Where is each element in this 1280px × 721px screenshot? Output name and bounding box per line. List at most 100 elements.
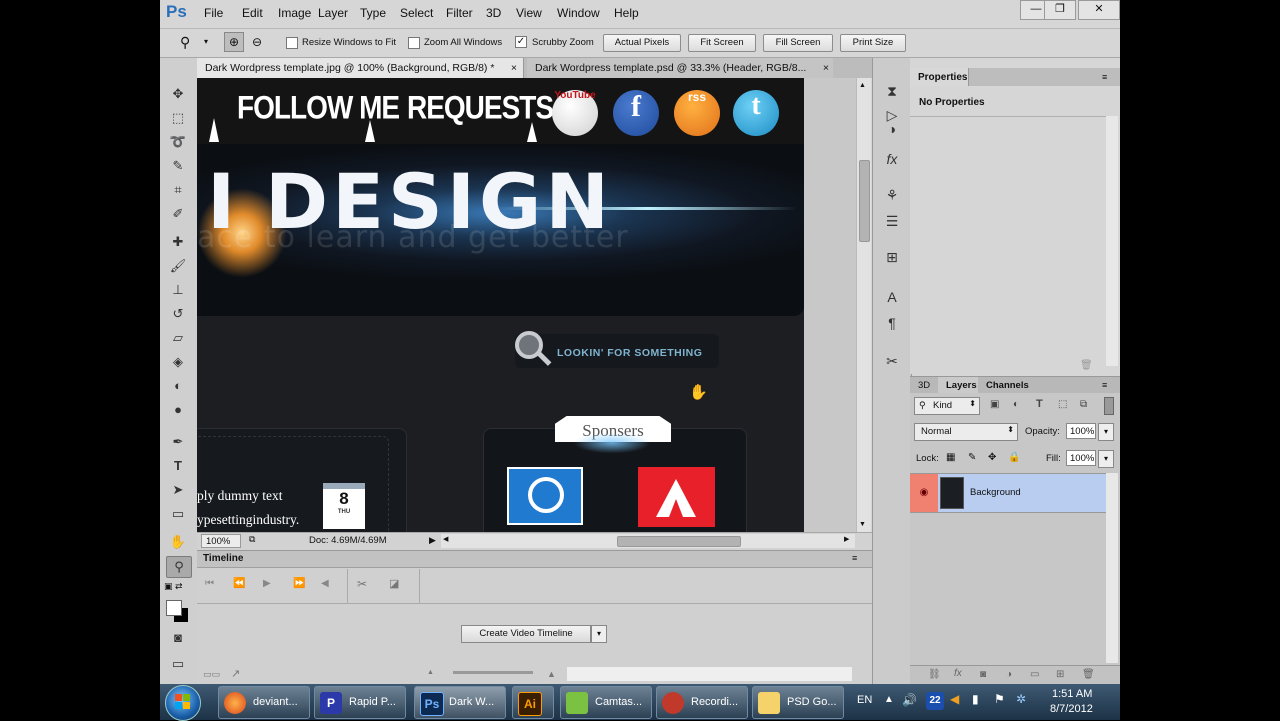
show-hidden-icons-icon[interactable]: ▲ [884, 694, 894, 705]
styles-icon[interactable]: fx [881, 148, 903, 170]
tab-channels[interactable]: Channels [986, 380, 1029, 391]
scroll-up-icon[interactable]: ▲ [859, 82, 866, 89]
quick-select-tool-icon[interactable]: ✎ [166, 156, 190, 176]
timeline-zoom-slider[interactable] [453, 671, 533, 674]
hand-tool-icon[interactable]: ✋ [166, 532, 190, 552]
zoom-out-icon[interactable]: ⊖ [248, 33, 266, 51]
brush-presets-icon[interactable]: ⚘ [881, 184, 903, 206]
dodge-tool-icon[interactable]: ● [166, 400, 190, 420]
blur-tool-icon[interactable]: ◐ [166, 376, 190, 396]
panel-menu-icon[interactable]: ≡ [852, 553, 857, 563]
chevron-down-icon[interactable]: ▾ [591, 625, 607, 643]
lasso-tool-icon[interactable]: ➰ [166, 132, 190, 152]
menu-3d[interactable]: 3D [486, 6, 501, 20]
filter-toggle[interactable] [1104, 397, 1114, 415]
zoom-in-icon[interactable]: ⊕ [224, 32, 244, 52]
vertical-scroll-thumb[interactable] [859, 160, 870, 242]
menu-image[interactable]: Image [278, 6, 311, 20]
menu-filter[interactable]: Filter [446, 6, 473, 20]
tray-gear-icon[interactable]: ✲ [1016, 692, 1026, 706]
volume-icon[interactable]: 🔊 [902, 693, 917, 707]
zoom-out-small-icon[interactable]: ▲ [427, 669, 434, 676]
transition-icon[interactable]: ◪ [389, 577, 399, 590]
zoom-level-field[interactable]: 100% [201, 534, 241, 548]
pixel-filter-icon[interactable]: ▣ [990, 399, 999, 410]
print-size-button[interactable]: Print Size [840, 34, 906, 52]
tab-jpg[interactable]: Dark Wordpress template.jpg @ 100% (Back… [197, 58, 524, 78]
visibility-eye-icon[interactable]: ◉ [910, 474, 938, 512]
new-adjustment-icon[interactable]: ◑ [1006, 669, 1012, 680]
tray-badge[interactable]: 22 [926, 692, 944, 710]
menu-type[interactable]: Type [360, 6, 386, 20]
taskbar-item-recording[interactable]: Recordi... [656, 686, 748, 719]
close-icon[interactable]: × [823, 58, 829, 78]
fx-icon[interactable]: fx [954, 668, 962, 679]
action-center-flag-icon[interactable]: ⚑ [994, 692, 1005, 706]
horizontal-scroll-thumb[interactable] [617, 536, 741, 547]
status-icon[interactable]: ⧉ [249, 534, 255, 545]
fit-screen-button[interactable]: Fit Screen [688, 34, 756, 52]
tray-app-icon[interactable]: ◀ [950, 692, 959, 706]
brush-settings-icon[interactable]: ☰ [881, 210, 903, 232]
healing-brush-tool-icon[interactable]: ✚ [166, 232, 190, 252]
vertical-scrollbar[interactable]: ▲ ▼ [856, 78, 871, 532]
lock-all-icon[interactable]: 🔒 [1008, 452, 1020, 463]
properties-scrollbar[interactable] [1106, 116, 1118, 366]
close-icon[interactable]: × [511, 58, 517, 78]
tool-presets-icon[interactable]: ✂ [881, 350, 903, 372]
resize-windows-checkbox[interactable] [286, 37, 298, 49]
lock-image-icon[interactable]: ✎ [968, 452, 976, 463]
stamp-tool-icon[interactable]: ⊥ [166, 280, 190, 300]
taskbar-item-photoshop[interactable]: Ps Dark W... [414, 686, 506, 719]
restore-button[interactable]: ❐ [1044, 0, 1076, 20]
type-tool-icon[interactable]: T [166, 456, 190, 476]
quick-mask-icon[interactable]: ◙ [166, 628, 190, 648]
play-icon[interactable]: ▶ [263, 578, 271, 589]
clone-source-icon[interactable]: ⊞ [881, 246, 903, 268]
lock-position-icon[interactable]: ✥ [988, 452, 996, 463]
eraser-tool-icon[interactable]: ▱ [166, 328, 190, 348]
shape-filter-icon[interactable]: ⬚ [1058, 399, 1067, 410]
convert-frames-icon[interactable]: ▭▭ [203, 669, 220, 680]
clock-time[interactable]: 1:51 AM [1052, 688, 1092, 700]
blend-mode-select[interactable]: Normal ⬍ [914, 423, 1018, 441]
history-brush-tool-icon[interactable]: ↺ [166, 304, 190, 324]
panel-menu-icon[interactable]: ≡ [1102, 380, 1107, 390]
marquee-tool-icon[interactable]: ⬚ [166, 108, 190, 128]
zoom-tool-icon[interactable]: ⚲ [180, 34, 190, 51]
tab-psd[interactable]: Dark Wordpress template.psd @ 33.3% (Hea… [527, 58, 833, 78]
go-to-first-frame-icon[interactable]: ⏮ [205, 578, 214, 589]
paint-bucket-tool-icon[interactable]: ◈ [166, 352, 190, 372]
taskbar-item-folder[interactable]: PSD Go... [752, 686, 844, 719]
layer-row-background[interactable]: ◉ Background [910, 473, 1106, 513]
path-select-tool-icon[interactable]: ➤ [166, 480, 190, 500]
crop-tool-icon[interactable]: ⌗ [166, 180, 190, 200]
adjustment-filter-icon[interactable]: ◐ [1013, 399, 1019, 410]
taskbar-item-illustrator[interactable]: Ai [512, 686, 554, 719]
trash-icon[interactable]: 🗑 [1080, 360, 1093, 371]
menu-select[interactable]: Select [400, 6, 433, 20]
new-layer-icon[interactable]: ⊞ [1056, 669, 1064, 680]
horizontal-scrollbar[interactable]: ◀ ▶ [441, 534, 855, 548]
trash-icon[interactable]: 🗑 [1082, 669, 1095, 680]
brush-tool-icon[interactable]: 🖌 [166, 256, 190, 276]
status-menu-arrow-icon[interactable]: ▶ [429, 535, 436, 546]
default-colors-icon[interactable]: ▣ ⇄ [164, 581, 183, 592]
chevron-down-icon[interactable]: ▾ [1098, 450, 1114, 468]
fill-field[interactable]: 100% [1066, 450, 1096, 466]
shape-tool-icon[interactable]: ▭ [166, 504, 190, 524]
scrubby-zoom-checkbox[interactable]: ✓ [515, 36, 527, 48]
scroll-left-icon[interactable]: ◀ [443, 535, 448, 543]
paragraph-icon[interactable]: ¶ [881, 312, 903, 334]
next-frame-icon[interactable]: ⏩ [293, 578, 305, 589]
previous-frame-icon[interactable]: ⏪ [233, 578, 245, 589]
close-window-button[interactable]: ✕ [1078, 0, 1120, 20]
menu-file[interactable]: File [204, 6, 223, 20]
eyedropper-tool-icon[interactable]: ✐ [166, 204, 190, 224]
kind-filter-select[interactable]: ⚲ Kind ⬍ [914, 397, 980, 415]
menu-edit[interactable]: Edit [242, 6, 263, 20]
zoom-tool-selected-icon[interactable]: ⚲ [166, 556, 192, 578]
layers-scrollbar[interactable] [1106, 473, 1118, 663]
zoom-all-checkbox[interactable] [408, 37, 420, 49]
history-icon[interactable]: ⧗ [881, 80, 903, 102]
